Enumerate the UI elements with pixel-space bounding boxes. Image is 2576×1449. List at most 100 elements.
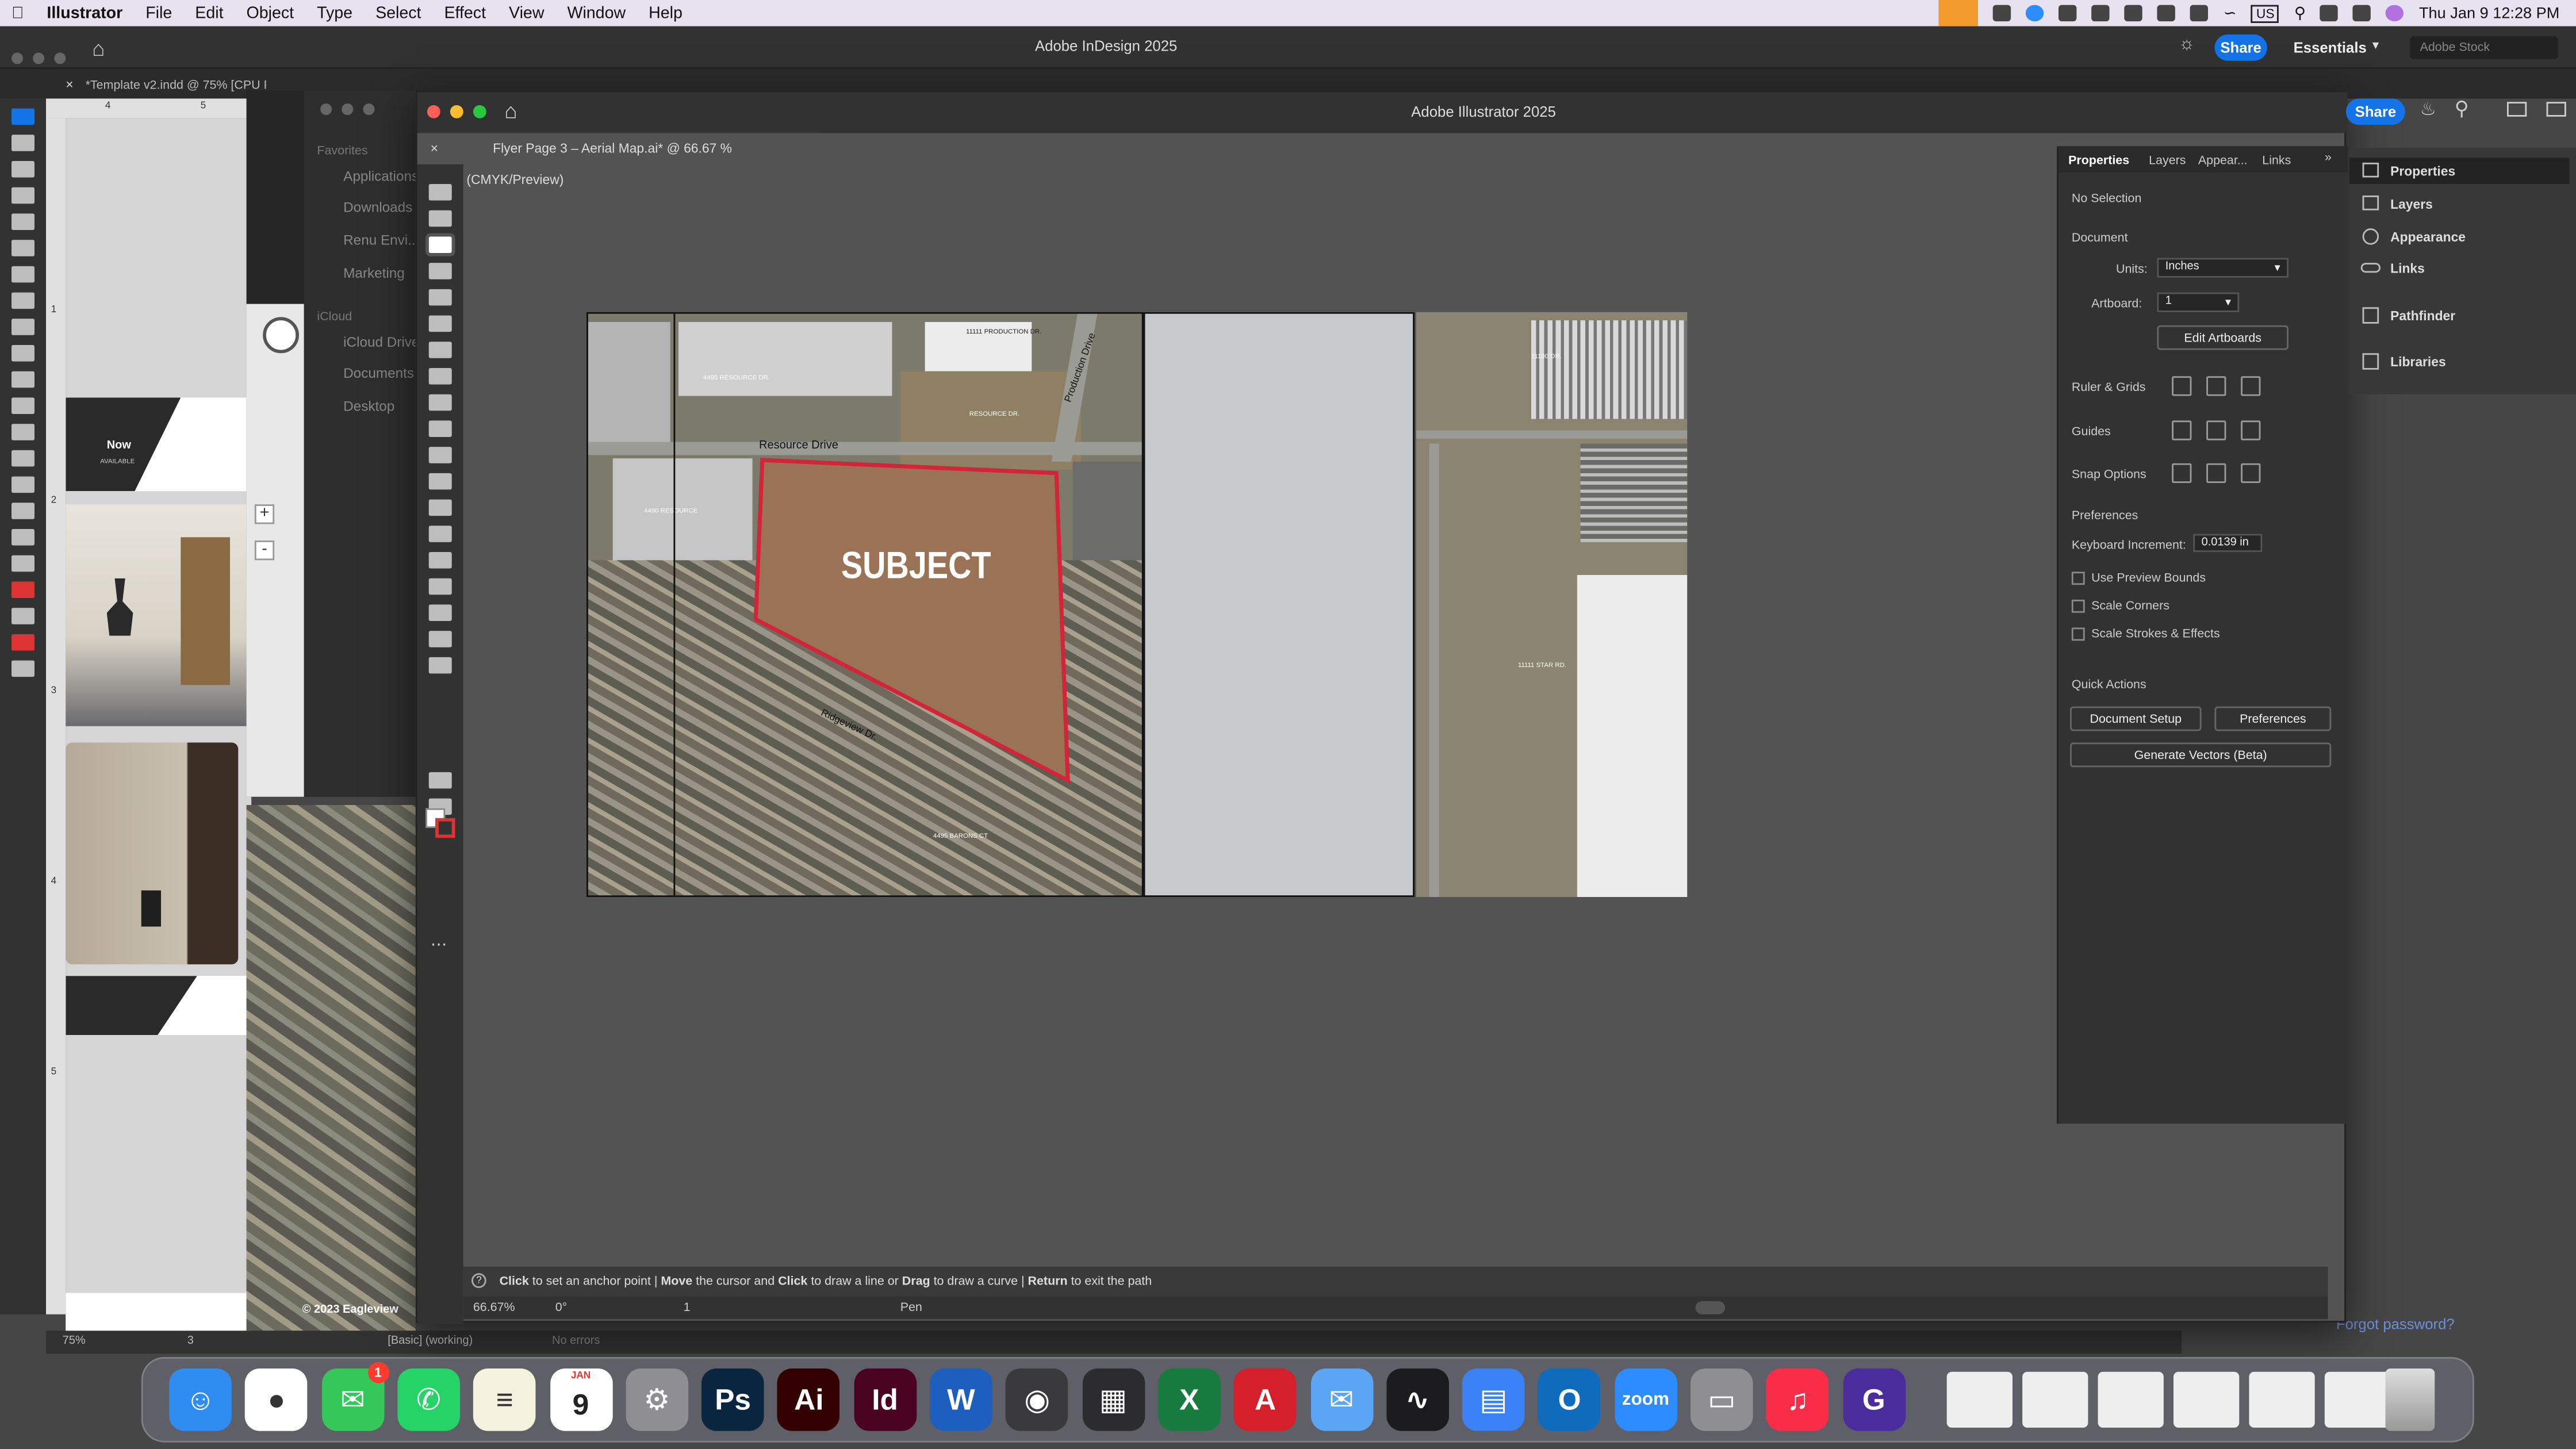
dock-label-pathfinder[interactable]: Pathfinder — [2390, 309, 2455, 324]
menu-edit[interactable]: Edit — [183, 4, 235, 22]
zoom-level-field[interactable]: 66.67% — [473, 1300, 515, 1314]
arrange-documents-icon[interactable] — [2507, 102, 2527, 117]
tab-properties[interactable]: Properties — [2068, 153, 2129, 168]
messages-dock-icon[interactable]: ✉ 1 — [321, 1362, 389, 1431]
use-preview-bounds-checkbox[interactable]: Use Preview Bounds — [2071, 570, 2206, 585]
sidebar-item-marketing[interactable]: Marketing — [343, 264, 405, 281]
sidebar-item-renu[interactable]: Renu Envi... — [343, 232, 419, 248]
eyedropper-tool-icon[interactable] — [428, 473, 452, 490]
bell-icon[interactable]: ♨ — [2420, 98, 2436, 120]
snap-to-point-icon[interactable] — [2172, 463, 2192, 483]
search-icon[interactable]: ⚲ — [2294, 4, 2306, 22]
zoom-tool-icon[interactable] — [12, 555, 34, 572]
screenshot-dock-icon[interactable]: ◉ — [1006, 1368, 1068, 1431]
zoom-menu-icon[interactable] — [2026, 5, 2045, 22]
sidebar-item-desktop[interactable]: Desktop — [343, 397, 394, 414]
help-icon[interactable]: ? — [471, 1273, 486, 1288]
line-tool-icon[interactable] — [12, 266, 34, 283]
menu-view[interactable]: View — [497, 4, 555, 22]
grammarly-menu-icon[interactable] — [1993, 5, 2012, 22]
note-tool-icon[interactable] — [12, 476, 34, 493]
page-tool-icon[interactable] — [12, 161, 34, 178]
tab-links[interactable]: Links — [2262, 153, 2291, 168]
apply-none-icon[interactable] — [12, 634, 34, 651]
outlook-dock-icon[interactable]: O — [1538, 1368, 1601, 1431]
grid-menu-icon[interactable] — [2157, 5, 2176, 22]
grammarly-dock-icon[interactable]: G — [1842, 1368, 1906, 1431]
rectangle-frame-tool-icon[interactable] — [12, 345, 34, 362]
checkbox-box[interactable] — [2071, 627, 2085, 641]
direct-selection-tool-icon[interactable] — [428, 210, 452, 227]
menu-object[interactable]: Object — [235, 4, 306, 22]
curvature-tool-icon[interactable] — [428, 263, 452, 279]
document-setup-button[interactable]: Document Setup — [2070, 706, 2202, 731]
pen-tool-icon[interactable] — [425, 233, 455, 256]
hand-tool-icon[interactable] — [12, 529, 34, 546]
sidebar-item-documents[interactable]: Documents — [343, 365, 414, 381]
dock-label-links[interactable]: Links — [2390, 261, 2425, 276]
image-capture-dock-icon[interactable]: ▭ — [1690, 1368, 1753, 1431]
panels-icon[interactable] — [2546, 102, 2566, 117]
preferences-button[interactable]: Preferences — [2214, 706, 2332, 731]
snap-to-pixel-icon[interactable] — [2241, 463, 2261, 483]
illustrator-dock-icon[interactable]: Ai — [777, 1368, 841, 1431]
lightbulb-icon[interactable]: ☼ — [2179, 34, 2195, 54]
compass-icon[interactable] — [263, 317, 299, 354]
dock-label-properties[interactable]: Properties — [2390, 164, 2455, 179]
minimized-window-thumbnail[interactable] — [2249, 1371, 2315, 1428]
graph-tool-icon[interactable] — [428, 604, 452, 621]
photoshop-dock-icon[interactable]: Ps — [702, 1368, 764, 1431]
microphone-icon[interactable] — [1939, 0, 1979, 26]
sidebar-item-icloud-drive[interactable]: iCloud Drive — [343, 334, 419, 350]
selection-tool-icon[interactable] — [12, 108, 34, 125]
checkbox-box[interactable] — [2071, 599, 2085, 613]
minimized-window-thumbnail[interactable] — [2174, 1371, 2240, 1428]
hand-tool-icon[interactable] — [428, 657, 452, 674]
menu-type[interactable]: Type — [305, 4, 364, 22]
minimized-window-thumbnail[interactable] — [2324, 1371, 2391, 1428]
forgot-password-link[interactable]: Forgot password? — [2336, 1316, 2455, 1333]
lasso-tool-icon[interactable] — [428, 420, 452, 437]
input-source-badge[interactable]: US — [2251, 4, 2280, 22]
siri-icon[interactable] — [2386, 5, 2405, 22]
tab-appearance[interactable]: Appear... — [2198, 153, 2248, 168]
grid-icon[interactable] — [2206, 376, 2226, 396]
transform-tool-icon[interactable] — [12, 424, 34, 440]
menu-effect[interactable]: Effect — [433, 4, 498, 22]
fill-stroke-icon[interactable] — [12, 581, 34, 598]
rectangle-tool-icon[interactable] — [12, 371, 34, 388]
screen-mode-icon[interactable] — [12, 660, 34, 677]
close-icon[interactable]: × — [431, 133, 438, 164]
dock-item-properties[interactable] — [2349, 158, 2570, 184]
formatting-icon[interactable] — [12, 608, 34, 624]
menu-select[interactable]: Select — [364, 4, 432, 22]
artboard-navigator-field[interactable]: 1 — [684, 1300, 691, 1314]
minimized-window-thumbnail[interactable] — [1946, 1371, 2012, 1428]
system-settings-dock-icon[interactable]: ⚙ — [625, 1368, 688, 1431]
edit-artboards-button[interactable]: Edit Artboards — [2157, 325, 2288, 350]
home-icon[interactable]: ⌂ — [92, 36, 105, 61]
dock-label-appearance[interactable]: Appearance — [2390, 230, 2466, 245]
paintbrush-tool-icon[interactable] — [428, 315, 452, 332]
calculator-dock-icon[interactable]: ▦ — [1082, 1368, 1145, 1431]
music-dock-icon[interactable]: ♫ — [1766, 1368, 1829, 1431]
tab-layers[interactable]: Layers — [2149, 153, 2186, 168]
indesign-zoom[interactable]: 75% — [63, 1336, 86, 1347]
puppet-warp-tool-icon[interactable] — [428, 526, 452, 542]
subject-parcel[interactable] — [588, 314, 1144, 897]
illustrator-share-button[interactable]: Share — [2346, 98, 2405, 125]
panel-menu-icon[interactable]: » — [2325, 150, 2332, 164]
snap-to-grid-icon[interactable] — [2206, 463, 2226, 483]
generate-vectors-button[interactable]: Generate Vectors (Beta) — [2070, 742, 2332, 768]
ruler-icon[interactable] — [2172, 376, 2192, 396]
illustrator-doc-tab[interactable]: × Flyer Page 3 – Aerial Map.ai* @ 66.67 … — [417, 133, 820, 187]
pencil-tool-icon[interactable] — [12, 319, 34, 335]
wifi-icon[interactable]: ∽ — [2224, 4, 2237, 22]
close-icon[interactable]: × — [66, 77, 73, 92]
preview-dock-icon[interactable]: ▤ — [1462, 1368, 1525, 1431]
rectangle-tool-icon[interactable] — [428, 289, 452, 306]
gradient-tool-icon[interactable] — [428, 447, 452, 463]
zoom-in-icon[interactable]: + — [254, 504, 275, 524]
indesign-dock-icon[interactable]: Id — [853, 1368, 917, 1431]
smart-guides-icon[interactable] — [2241, 420, 2261, 440]
